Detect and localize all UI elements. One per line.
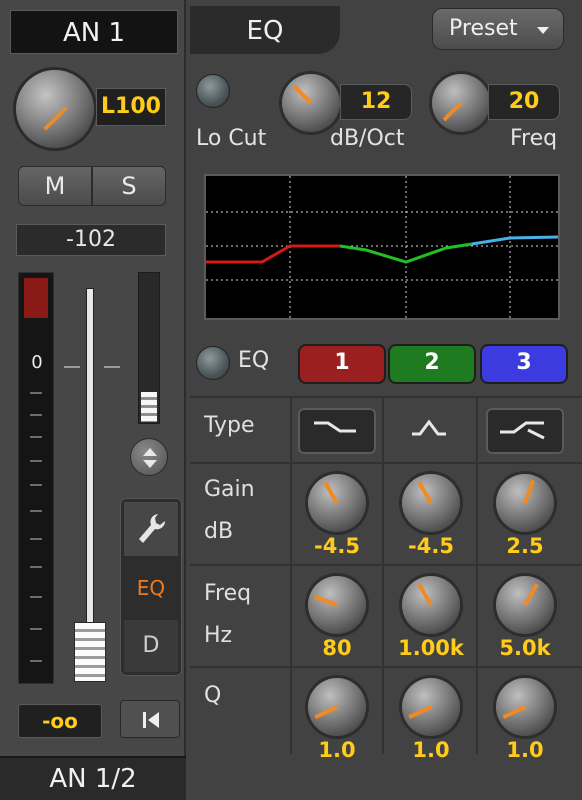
grid-divider <box>190 462 582 464</box>
freq-row-label: Freq <box>204 581 252 606</box>
locut-slope-knob[interactable] <box>282 74 340 132</box>
locut-freq-value: 20 <box>488 84 560 120</box>
meter-tick <box>30 660 42 662</box>
band-3-q-knob[interactable] <box>496 678 554 736</box>
locut-freq-knob[interactable] <box>432 74 490 132</box>
band-3-button[interactable]: 3 <box>480 344 568 384</box>
meter-tick <box>30 436 42 438</box>
fader-zero-mark: 0 <box>31 352 43 373</box>
meter-tick <box>30 538 42 540</box>
locut-enable-led[interactable] <box>196 74 230 108</box>
mute-button[interactable]: M <box>18 166 92 206</box>
meter-tick <box>30 484 42 486</box>
volume-fader-handle[interactable] <box>74 622 106 682</box>
meter-tick <box>30 510 42 512</box>
band-2-freq-knob[interactable] <box>402 576 460 634</box>
slope-label: dB/Oct <box>330 126 405 151</box>
skip-back-icon <box>143 712 146 728</box>
band-3-freq-knob[interactable] <box>496 576 554 634</box>
low-shelf-icon <box>314 421 356 433</box>
meter-tick <box>30 596 42 598</box>
solo-button[interactable]: S <box>92 166 166 206</box>
gain-unit-label: dB <box>204 519 234 544</box>
band1-curve <box>206 244 340 264</box>
meter-tick <box>30 628 42 630</box>
output-routing[interactable]: AN 1/2 <box>0 756 186 800</box>
tab-eq[interactable]: EQ <box>124 562 178 614</box>
fader-value: -oo <box>18 704 102 738</box>
locut-slope-value: 12 <box>340 84 412 120</box>
grid-divider <box>382 396 384 754</box>
eq-enable-label: EQ <box>238 348 270 373</box>
q-row-label: Q <box>204 683 222 708</box>
meter-tick <box>30 414 42 416</box>
trim-stepper[interactable] <box>130 438 168 476</box>
high-shelf-icon <box>500 421 545 440</box>
preset-label: Preset <box>449 16 518 41</box>
trim-slider-handle[interactable] <box>141 392 157 422</box>
meter-tick <box>30 392 42 394</box>
meter-tick <box>30 460 42 462</box>
tab-dynamics[interactable]: D <box>124 620 178 672</box>
band-3-type-button[interactable] <box>486 408 564 454</box>
clip-indicator[interactable] <box>24 278 48 318</box>
arrow-up-icon <box>143 448 157 456</box>
band-3-q-value: 1.0 <box>506 738 544 762</box>
skip-back-icon <box>148 712 159 728</box>
freq-unit-label: Hz <box>204 623 233 648</box>
fader-unity-mark <box>64 366 80 368</box>
band3-curve <box>471 235 558 246</box>
level-meter <box>18 272 54 684</box>
band-2-type-button[interactable] <box>392 408 466 450</box>
level-readout: -102 <box>16 224 166 256</box>
band-2-q-knob[interactable] <box>402 678 460 736</box>
channel-name[interactable]: AN 1 <box>10 10 178 54</box>
band-1-q-knob[interactable] <box>308 678 366 736</box>
band-2-button[interactable]: 2 <box>388 344 476 384</box>
band-1-type-button[interactable] <box>298 408 376 454</box>
band-1-gain-knob[interactable] <box>308 474 366 532</box>
peak-icon <box>412 419 446 436</box>
band-1-freq-knob[interactable] <box>308 576 366 634</box>
type-row-label: Type <box>204 413 255 438</box>
grid-divider <box>190 564 582 566</box>
band-2-gain-knob[interactable] <box>402 474 460 532</box>
band-3-freq-value: 5.0k <box>499 636 551 660</box>
eq-enable-led[interactable] <box>196 346 230 380</box>
band-2-gain-value: -4.5 <box>408 534 454 558</box>
band-1-button[interactable]: 1 <box>298 344 386 384</box>
eq-curve-display <box>204 174 560 320</box>
fader-unity-mark <box>104 366 120 368</box>
grid-divider <box>476 396 478 754</box>
grid-divider <box>190 396 582 398</box>
eq-panel-title: EQ <box>190 6 340 54</box>
arrow-down-icon <box>143 460 157 468</box>
freq-label: Freq <box>510 126 558 151</box>
eq-curve-graph <box>206 176 558 318</box>
band-1-gain-value: -4.5 <box>314 534 360 558</box>
previous-channel-button[interactable] <box>120 700 180 738</box>
band-3-gain-knob[interactable] <box>496 474 554 532</box>
pan-value: L100 <box>96 88 166 126</box>
grid-divider <box>290 396 292 754</box>
preset-dropdown[interactable]: Preset <box>432 8 564 50</box>
band-2-freq-value: 1.00k <box>398 636 464 660</box>
band-3-gain-value: 2.5 <box>506 534 544 558</box>
pan-knob[interactable] <box>16 70 94 148</box>
band-1-freq-value: 80 <box>322 636 352 660</box>
band-1-q-value: 1.0 <box>318 738 356 762</box>
band-2-q-value: 1.0 <box>412 738 450 762</box>
meter-tick <box>30 566 42 568</box>
locut-label: Lo Cut <box>196 126 267 151</box>
chevron-down-icon <box>537 27 549 34</box>
gain-row-label: Gain <box>204 477 255 502</box>
wrench-icon <box>139 514 166 543</box>
grid-divider <box>190 666 582 668</box>
